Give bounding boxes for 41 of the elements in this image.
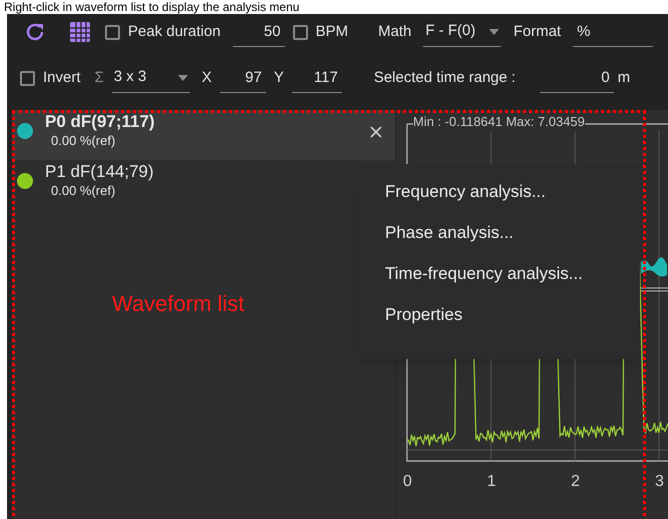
checkbox[interactable] [292, 24, 308, 40]
label-text: Format [513, 22, 561, 42]
label-text: Math [378, 22, 412, 42]
input-field[interactable]: 97 [220, 63, 266, 93]
signal-trace [640, 257, 668, 292]
waveform-name: P0 dF(97;117) [45, 112, 156, 132]
waveform-value: 0.00 %(ref) [51, 132, 116, 150]
checkbox[interactable] [105, 24, 120, 40]
menu-item[interactable]: Time-frequency analysis... [385, 262, 640, 285]
waveform-name: P1 dF(144;79) [45, 162, 155, 182]
dropdown[interactable]: 3 x 3 [112, 63, 190, 93]
axis-tick-label: 2 [571, 472, 580, 492]
input-field[interactable]: 50 [232, 17, 285, 47]
input-field[interactable]: 0 [540, 63, 614, 93]
axis-tick-label: 3 [655, 472, 664, 492]
close-icon[interactable] [370, 126, 382, 138]
label-text: m [618, 68, 630, 88]
caret-icon [489, 28, 500, 34]
checkbox[interactable] [20, 70, 35, 86]
input-field[interactable]: % [572, 17, 653, 47]
label-text: BPM [316, 22, 348, 42]
label-text: Y [274, 68, 284, 88]
caret-icon [178, 74, 188, 80]
caption-text: Right-click in waveform list to display the analysis menu [4, 0, 300, 14]
axis-tick-label: 1 [487, 472, 496, 492]
menu-item[interactable]: Phase analysis... [385, 221, 640, 244]
waveform-item[interactable]: P1 dF(144;79) 0.00 %(ref) [12, 160, 342, 210]
label-text: X [202, 68, 212, 88]
waveform-value: 0.00 %(ref) [51, 182, 116, 200]
annotation-label: Waveform list [112, 291, 244, 316]
menu-item[interactable]: Properties [385, 303, 640, 326]
axis-tick-label: 0 [403, 472, 412, 492]
label-text: Peak duration [128, 22, 221, 42]
dropdown[interactable]: F - F(0) [423, 17, 502, 47]
grid-icon[interactable] [69, 21, 91, 43]
waveform-item[interactable]: P0 dF(97;117) 0.00 %(ref) [12, 110, 395, 160]
menu-item[interactable]: Frequency analysis... [385, 180, 640, 203]
label-text: Invert [43, 68, 81, 88]
label-text: Selected time range : [374, 68, 516, 88]
input-field[interactable]: 117 [292, 63, 342, 93]
sum-symbol: Σ [94, 68, 104, 88]
